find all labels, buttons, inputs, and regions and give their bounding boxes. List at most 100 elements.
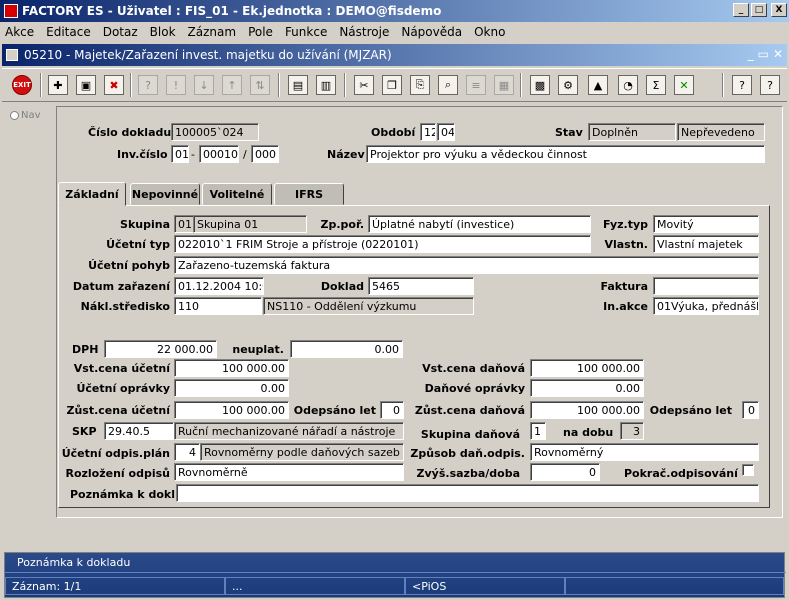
- skp-name-field: Ruční mechanizované nářadí a nástroje: [174, 422, 404, 440]
- form-close-button[interactable]: ✕: [773, 47, 783, 61]
- exit-button[interactable]: EXIT: [10, 73, 34, 97]
- menu-nastroje[interactable]: Nástroje: [338, 25, 390, 39]
- help-button[interactable]: ?: [730, 73, 754, 97]
- vlastn-field[interactable]: Vlastní majetek: [653, 235, 759, 253]
- skupina-danova-label: Skupina daňová: [420, 428, 520, 441]
- obdobi-month-field[interactable]: 12: [420, 123, 436, 141]
- delete-record-button[interactable]: ✖: [102, 73, 126, 97]
- menu-okno[interactable]: Okno: [473, 25, 506, 39]
- cislo-dokladu-field[interactable]: 100005`024: [171, 123, 259, 141]
- sum-button[interactable]: Σ: [644, 73, 668, 97]
- ucetni-opravky-field[interactable]: 0.00: [174, 379, 289, 397]
- inv-cislo-part3-field[interactable]: 000: [251, 145, 279, 163]
- nakl-stredisko-code-field[interactable]: 110: [174, 297, 262, 315]
- exit-icon: EXIT: [12, 75, 32, 95]
- save-record-button[interactable]: ▣: [74, 73, 98, 97]
- zust-cena-danova-field[interactable]: 100 000.00: [530, 401, 644, 419]
- menu-akce[interactable]: Akce: [4, 25, 35, 39]
- minimize-button[interactable]: _: [733, 3, 749, 17]
- datum-zarazeni-field[interactable]: 01.12.2004 10:00:: [174, 277, 264, 295]
- context-help-button[interactable]: ?: [758, 73, 782, 97]
- tab-volitelne[interactable]: Volitelné: [202, 183, 272, 205]
- stav-field: Doplněn: [588, 123, 676, 141]
- cislo-dokladu-label: Číslo dokladu: [88, 126, 172, 139]
- doklad-field[interactable]: 5465: [368, 277, 474, 295]
- poznamka-field[interactable]: [176, 484, 759, 502]
- faktura-field[interactable]: [653, 277, 759, 295]
- vst-cena-ucetni-field[interactable]: 100 000.00: [174, 359, 289, 377]
- transfer-button[interactable]: ▲: [586, 73, 610, 97]
- hint-line: Poznámka k dokladu: [5, 553, 786, 573]
- menu-dotaz[interactable]: Dotaz: [102, 25, 139, 39]
- inv-cislo-part2-field[interactable]: 00010: [199, 145, 239, 163]
- odepsano-let-danova-field[interactable]: 0: [742, 401, 759, 419]
- search-button[interactable]: ⌕: [436, 73, 460, 97]
- zppor-field[interactable]: Úplatné nabytí (investice): [368, 215, 591, 233]
- skp-code-field[interactable]: 29.40.5: [104, 422, 174, 440]
- danove-opravky-field[interactable]: 0.00: [530, 379, 644, 397]
- menu-napoveda[interactable]: Nápověda: [400, 25, 463, 39]
- rozlozeni-odpisu-field[interactable]: Rovnoměrně: [174, 463, 404, 481]
- paste-button[interactable]: ⎘: [408, 73, 432, 97]
- ucetni-odpis-plan-code-field[interactable]: 4: [174, 443, 200, 461]
- menu-pole[interactable]: Pole: [247, 25, 274, 39]
- vst-cena-danova-field[interactable]: 100 000.00: [530, 359, 644, 377]
- inv-slash: /: [243, 148, 247, 161]
- zvys-sazba-field[interactable]: 0: [530, 463, 600, 481]
- na-dobu-label: na dobu: [563, 426, 614, 439]
- odepsano-let-ucetni-field[interactable]: 0: [380, 401, 404, 419]
- list-button[interactable]: ≡: [464, 73, 488, 97]
- menu-editace[interactable]: Editace: [45, 25, 92, 39]
- pokrac-odpisovani-checkbox[interactable]: [742, 464, 754, 476]
- cut-button[interactable]: ✂: [352, 73, 376, 97]
- obdobi-year-field[interactable]: 04: [437, 123, 455, 141]
- skupina-code-field[interactable]: 01: [174, 215, 194, 233]
- insert-record-button[interactable]: ✚: [46, 73, 70, 97]
- zust-cena-ucetni-field[interactable]: 100 000.00: [174, 401, 289, 419]
- nazev-field[interactable]: Projektor pro výuku a vědeckou činnost: [366, 145, 765, 163]
- menu-zaznam[interactable]: Záznam: [187, 25, 238, 39]
- ucetni-pohyb-field[interactable]: Zařazeno-tuzemská faktura: [174, 256, 759, 274]
- tab-nepovinne[interactable]: Nepovinné: [130, 183, 200, 205]
- status-bar: Záznam: 1/1 ... <PiOS: [5, 575, 786, 597]
- form-restore-button[interactable]: ▭: [758, 47, 769, 61]
- tools-button[interactable]: ⚙: [556, 73, 580, 97]
- menu-funkce[interactable]: Funkce: [284, 25, 328, 39]
- copy-button[interactable]: ❐: [380, 73, 404, 97]
- print-preview-button[interactable]: ▥: [314, 73, 338, 97]
- execute-query-button[interactable]: !: [164, 73, 188, 97]
- skp-label: SKP: [72, 425, 97, 438]
- sort-desc-button[interactable]: ↑: [220, 73, 244, 97]
- close-button[interactable]: X: [771, 3, 787, 17]
- tab-ifrs[interactable]: IFRS: [274, 183, 344, 205]
- calculator-button[interactable]: ▩: [528, 73, 552, 97]
- nav-radio[interactable]: Nav: [10, 110, 41, 121]
- sort-asc-button[interactable]: ↓: [192, 73, 216, 97]
- print-button[interactable]: ▤: [286, 73, 310, 97]
- grid-button[interactable]: ▦: [492, 73, 516, 97]
- excel-icon: ✕: [674, 75, 694, 95]
- menu-blok[interactable]: Blok: [149, 25, 177, 39]
- fyztyp-field[interactable]: Movitý: [653, 215, 759, 233]
- clock-button[interactable]: ◔: [616, 73, 640, 97]
- window-title-bar: FACTORY ES - Uživatel : FIS_01 - Ek.jedn…: [0, 0, 789, 22]
- skupina-danova-field[interactable]: 1: [530, 422, 546, 440]
- excel-button[interactable]: ✕: [672, 73, 696, 97]
- nav-radio-icon: [10, 111, 19, 120]
- in-akce-field[interactable]: 01Výuka, přednášky,: [653, 297, 759, 315]
- zpusob-dan-odpis-field[interactable]: Rovnoměrný: [530, 443, 759, 461]
- sort-desc-icon: ↑: [222, 75, 242, 95]
- dph-field[interactable]: 22 000.00: [104, 340, 217, 358]
- tab-zakladni[interactable]: Základní: [58, 182, 126, 206]
- maximize-button[interactable]: □: [751, 3, 767, 17]
- enter-query-button[interactable]: ?: [136, 73, 160, 97]
- calculator-icon: ▩: [530, 75, 550, 95]
- form-minimize-button[interactable]: _: [748, 47, 754, 61]
- inv-cislo-part1-field[interactable]: 01: [171, 145, 189, 163]
- enter-query-icon: ?: [138, 75, 158, 95]
- neuplat-field[interactable]: 0.00: [290, 340, 403, 358]
- sort-multi-button[interactable]: ⇅: [248, 73, 272, 97]
- nakl-stredisko-label: Nákl.středisko: [80, 300, 170, 313]
- vst-cena-ucetni-label: Vst.cena účetní: [73, 362, 170, 375]
- ucetni-typ-field[interactable]: 022010`1 FRIM Stroje a přístroje (022010…: [174, 235, 591, 253]
